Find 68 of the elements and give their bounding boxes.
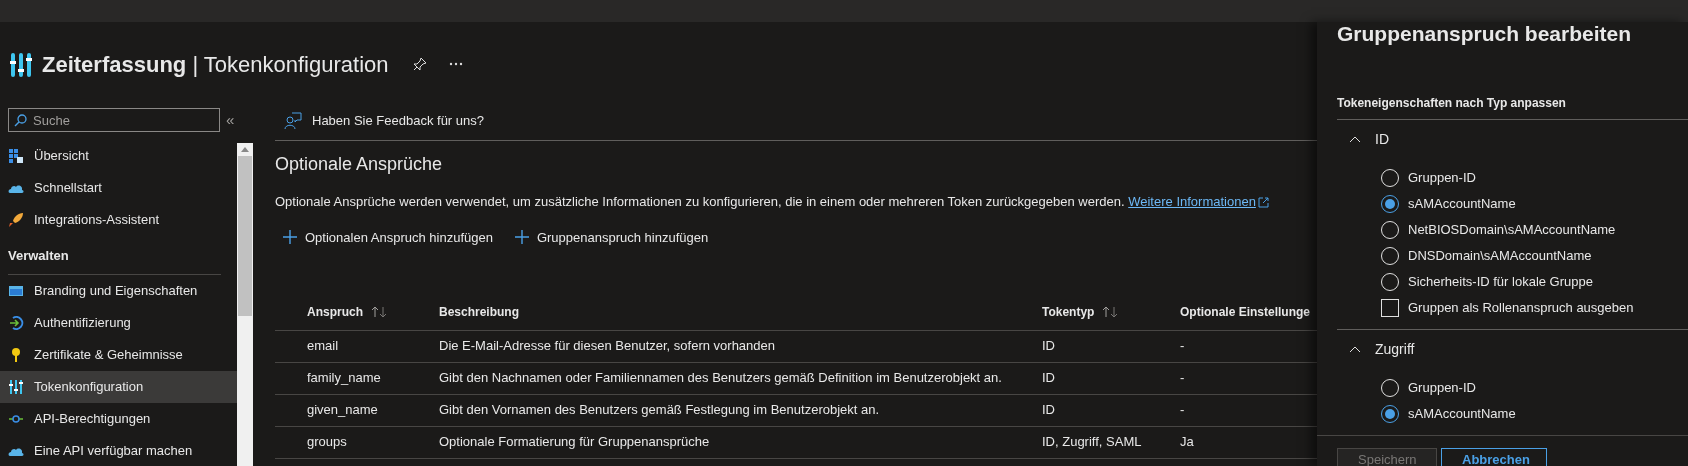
- table-cell: Optionale Formatierung für Gruppenansprüche: [439, 426, 1042, 458]
- checkbox-option[interactable]: Gruppen als Rollenanspruch ausgeben: [1381, 295, 1688, 321]
- radio-option[interactable]: DNSDomain\sAMAccountName: [1381, 243, 1688, 269]
- sliders-icon: [8, 378, 24, 395]
- panel-subtitle: Tokeneigenschaften nach Typ anpassen: [1337, 95, 1567, 112]
- panel-button[interactable]: Abbrechen: [1441, 448, 1547, 466]
- column-header: Optionale Einstellunge: [1180, 295, 1317, 330]
- table-cell: ID: [1042, 330, 1180, 362]
- column-header[interactable]: Tokentyp: [1042, 295, 1180, 330]
- table-cell: -: [1180, 330, 1317, 362]
- sort-icon[interactable]: [371, 306, 387, 319]
- sign-in-icon: [8, 314, 24, 331]
- panel-title: Gruppenanspruch bearbeiten: [1337, 22, 1633, 46]
- nav-item[interactable]: Authentifizierung: [0, 306, 237, 339]
- section-toggle[interactable]: ID: [1337, 120, 1688, 158]
- more-info-link[interactable]: Weitere Informationen: [1128, 194, 1256, 209]
- table-cell: Gibt den Vornamen des Benutzers gemäß Festlegung im Benutzerobjekt an.: [439, 394, 1042, 426]
- table-cell: ID, Zugriff, SAML: [1042, 426, 1180, 458]
- chevron-up-icon: [1349, 135, 1361, 143]
- table-cell: Die E-Mail-Adresse für diesen Benutzer, sofern vorhanden: [439, 330, 1042, 362]
- table-cell: ID: [1042, 394, 1180, 426]
- plus-icon: [283, 230, 297, 245]
- radio-option[interactable]: Gruppen-ID: [1381, 165, 1688, 191]
- nav-item[interactable]: Tokenkonfiguration: [0, 370, 237, 403]
- add-button[interactable]: Gruppenanspruch hinzufügen: [506, 227, 709, 247]
- table-cell: groups: [275, 426, 439, 458]
- plus-icon: [514, 230, 529, 245]
- nav-item[interactable]: API-Berechtigungen: [0, 402, 237, 435]
- radio-option[interactable]: NetBIOSDomain\sAMAccountName: [1381, 217, 1688, 243]
- nav-item[interactable]: Zertifikate & Geheimnisse: [0, 338, 237, 371]
- more-icon[interactable]: [448, 62, 463, 66]
- nav-item[interactable]: Integrations-Assistent: [0, 204, 237, 236]
- page-title: Zeiterfassung | Tokenkonfiguration: [42, 50, 389, 79]
- column-header[interactable]: Anspruch: [275, 295, 439, 330]
- table-cell: -: [1180, 394, 1317, 426]
- search-field[interactable]: Suche: [8, 108, 220, 132]
- scrollbar-thumb[interactable]: [238, 156, 252, 316]
- table-cell: family_name: [275, 362, 439, 394]
- nav-item[interactable]: Eine API verfügbar machen: [0, 434, 237, 466]
- sort-icon[interactable]: [1102, 306, 1119, 319]
- radio-option[interactable]: Sicherheits-ID für lokale Gruppe: [1381, 269, 1688, 295]
- external-link-icon: [1257, 197, 1269, 209]
- description-text: Optionale Ansprüche werden verwendet, um zusätzliche Informationen zu konfigurieren, die in einem oder mehreren Token zurückgegeben werden. Weitere Informationen: [275, 192, 1317, 212]
- nav-item[interactable]: Übersicht: [0, 140, 237, 172]
- nav-item[interactable]: Branding und Eigenschaften: [0, 274, 237, 307]
- feedback-link[interactable]: Haben Sie Feedback für uns?: [312, 111, 484, 131]
- radio-option[interactable]: sAMAccountName: [1381, 401, 1688, 427]
- table-cell: Gibt den Nachnamen oder Familiennamen des Benutzers gemäß Definition im Benutzerobjekt an.: [439, 362, 1042, 394]
- add-button[interactable]: Optionalen Anspruch hinzufügen: [275, 227, 493, 247]
- feedback-icon: [284, 112, 302, 130]
- table-cell: Ja: [1180, 426, 1317, 458]
- pin-icon[interactable]: [412, 57, 427, 71]
- table-cell: ID: [1042, 362, 1180, 394]
- table-cell: email: [275, 330, 439, 362]
- scroll-up-arrow-icon[interactable]: [241, 147, 249, 152]
- column-header: Beschreibung: [439, 295, 1042, 330]
- section-heading: Optionale Ansprüche: [275, 153, 444, 176]
- radio-option[interactable]: Gruppen-ID: [1381, 375, 1688, 401]
- search-icon: [14, 114, 27, 127]
- nav-item[interactable]: Schnellstart: [0, 172, 237, 204]
- table-cell: given_name: [275, 394, 439, 426]
- collapse-button[interactable]: «: [226, 108, 235, 132]
- section-toggle[interactable]: Zugriff: [1337, 330, 1688, 368]
- chevron-up-icon: [1349, 345, 1361, 353]
- table-cell: -: [1180, 362, 1317, 394]
- radio-option[interactable]: sAMAccountName: [1381, 191, 1688, 217]
- grid-icon: [8, 148, 24, 164]
- section-label: Verwalten: [8, 246, 221, 275]
